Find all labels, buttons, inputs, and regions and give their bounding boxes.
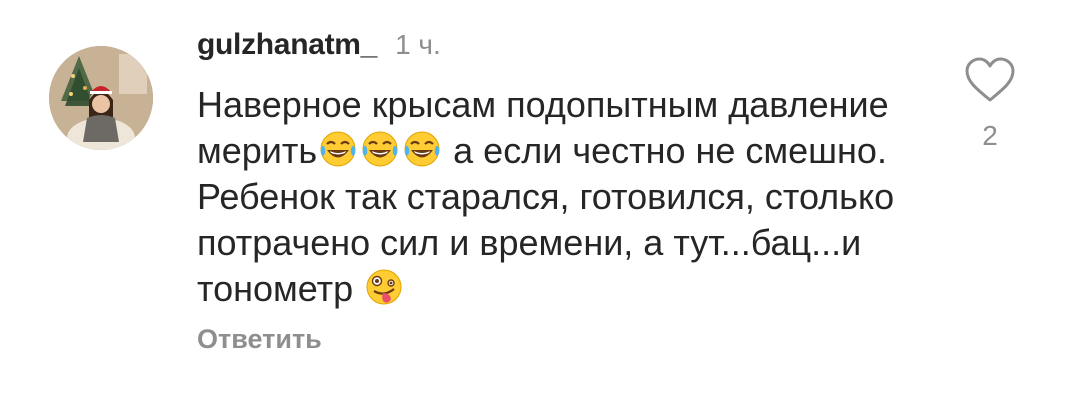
username-link[interactable]: gulzhanatm_ [197, 28, 377, 62]
comment-meta: gulzhanatm_ 1 ч. [197, 28, 917, 68]
comment: gulzhanatm_ 1 ч. Наверное крысам подопыт… [197, 28, 917, 312]
heart-outline-icon[interactable] [964, 56, 1016, 104]
zany-face-icon [364, 267, 404, 307]
like-control: 2 [962, 56, 1018, 152]
reply-button[interactable]: Ответить [197, 324, 322, 355]
avatar-photo [49, 46, 153, 150]
comment-timestamp: 1 ч. [395, 29, 441, 60]
face-with-tears-of-joy-icon [402, 129, 442, 169]
avatar[interactable] [49, 46, 153, 150]
face-with-tears-of-joy-icon [318, 129, 358, 169]
comment-text: Наверное крысам подопытным давление мери… [197, 82, 917, 312]
face-with-tears-of-joy-icon [360, 129, 400, 169]
like-count: 2 [982, 120, 998, 151]
